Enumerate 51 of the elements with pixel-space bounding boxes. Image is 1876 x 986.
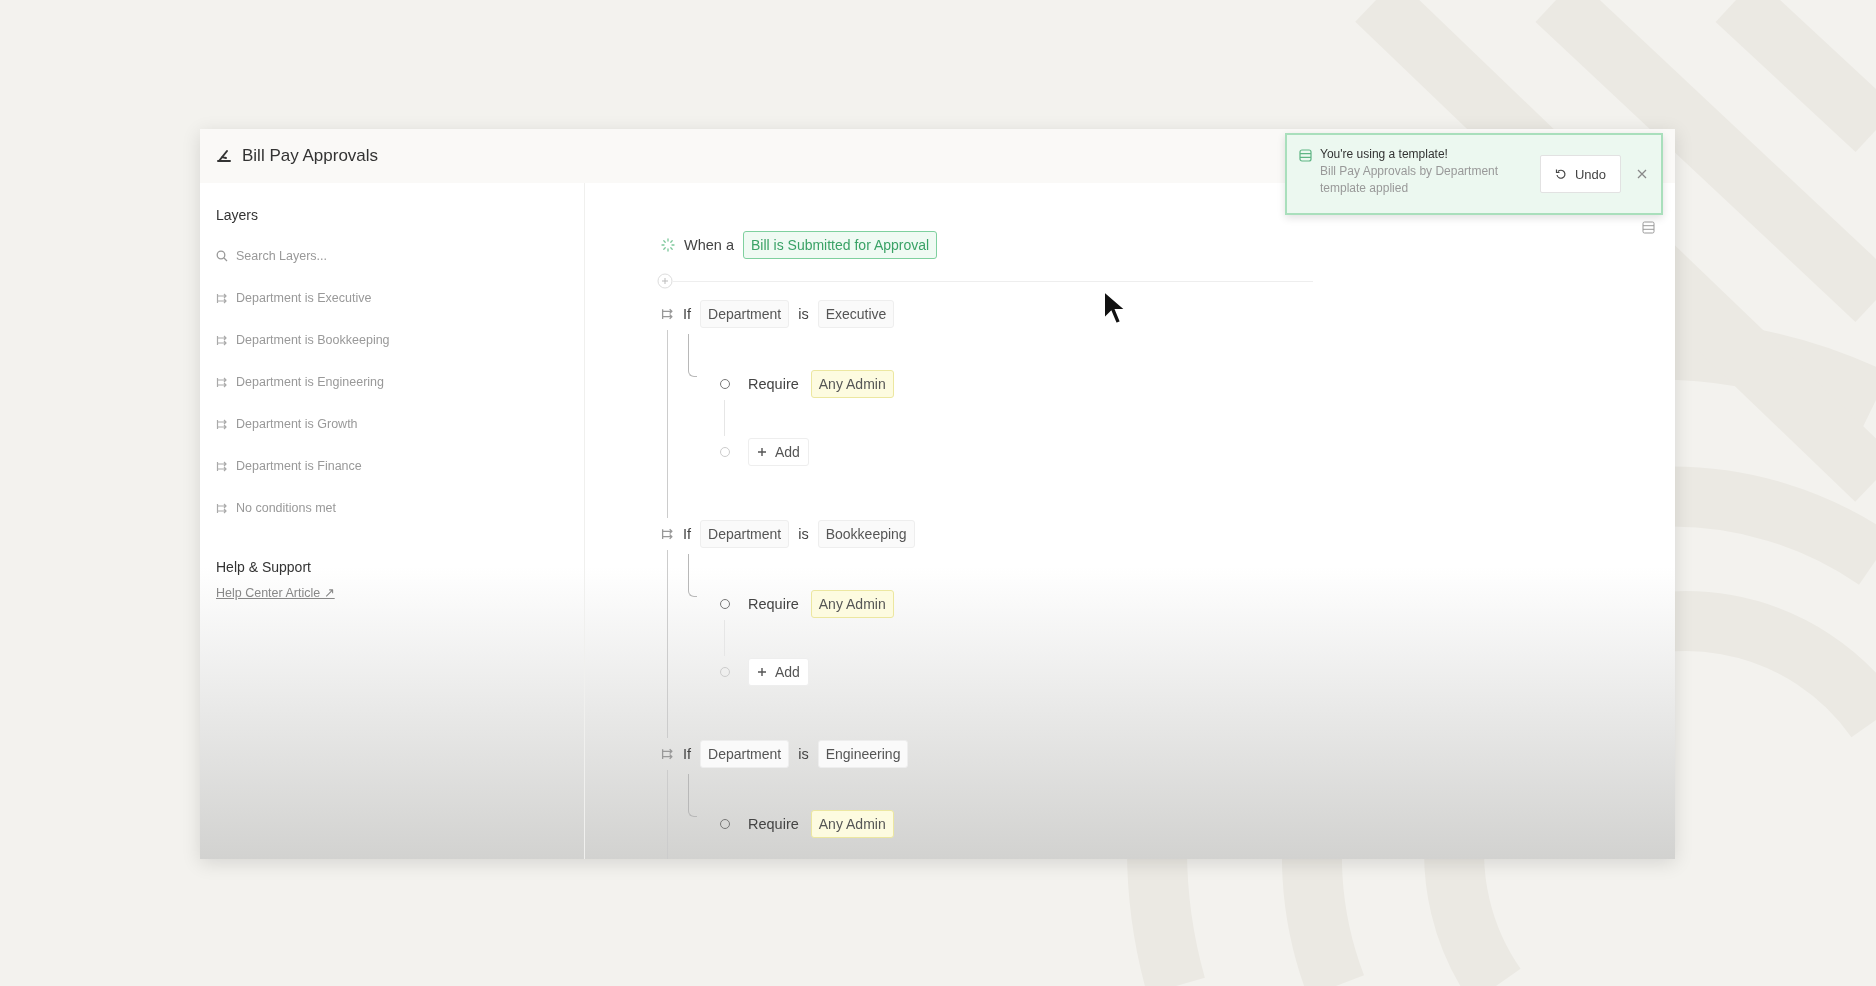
approver-pill[interactable]: Any Admin (810, 810, 894, 838)
if-label: If (683, 526, 692, 542)
connector-line (688, 334, 697, 377)
connector-line (688, 554, 697, 597)
approver-pill[interactable]: Any Admin (810, 590, 894, 618)
value-pill[interactable]: Engineering (817, 740, 909, 768)
require-label: Require (748, 376, 799, 392)
sun-icon (661, 238, 675, 252)
layers-heading: Layers (216, 207, 260, 223)
branch-icon (216, 376, 228, 388)
branch-icon (216, 418, 228, 430)
approver-pill[interactable]: Any Admin (810, 370, 894, 398)
help-center-link[interactable]: Help Center Article ↗ (216, 585, 335, 600)
template-icon (1299, 149, 1312, 162)
value-pill[interactable]: Bookkeeping (817, 520, 915, 548)
plus-icon (757, 447, 767, 457)
help-heading: Help & Support (216, 559, 312, 575)
toast-title: You're using a template! (1320, 147, 1449, 161)
trigger-label: When a (684, 237, 734, 253)
field-pill[interactable]: Department (700, 520, 790, 548)
add-button[interactable]: Add (748, 658, 809, 686)
value-pill[interactable]: Executive (817, 300, 895, 328)
field-pill[interactable]: Department (700, 740, 790, 768)
plus-icon (757, 667, 767, 677)
logo-icon (216, 149, 232, 163)
window-title: Bill Pay Approvals (242, 146, 379, 166)
add-button[interactable]: Add (748, 438, 809, 466)
operator-label: is (798, 306, 809, 322)
branch-icon (216, 502, 228, 514)
branch-icon (661, 528, 674, 540)
connector-line (688, 774, 697, 817)
search-field[interactable]: Search Layers... (236, 249, 436, 263)
operator-label: is (798, 526, 809, 542)
search-icon (216, 250, 228, 262)
undo-icon (1554, 168, 1567, 180)
branch-icon (216, 292, 228, 304)
operator-label: is (798, 746, 809, 762)
add-step-icon[interactable] (657, 273, 673, 289)
undo-button[interactable]: Undo (1539, 155, 1621, 193)
field-pill[interactable]: Department (700, 300, 790, 328)
branch-icon (216, 460, 228, 472)
branch-icon (216, 334, 228, 346)
toast-message: Bill Pay Approvals by Department template applied (1320, 163, 1500, 197)
close-icon[interactable] (1637, 169, 1647, 179)
require-label: Require (748, 596, 799, 612)
table-icon[interactable] (1642, 221, 1655, 234)
branch-icon (661, 748, 674, 760)
branch-icon (661, 308, 674, 320)
if-label: If (683, 746, 692, 762)
if-label: If (683, 306, 692, 322)
require-label: Require (748, 816, 799, 832)
